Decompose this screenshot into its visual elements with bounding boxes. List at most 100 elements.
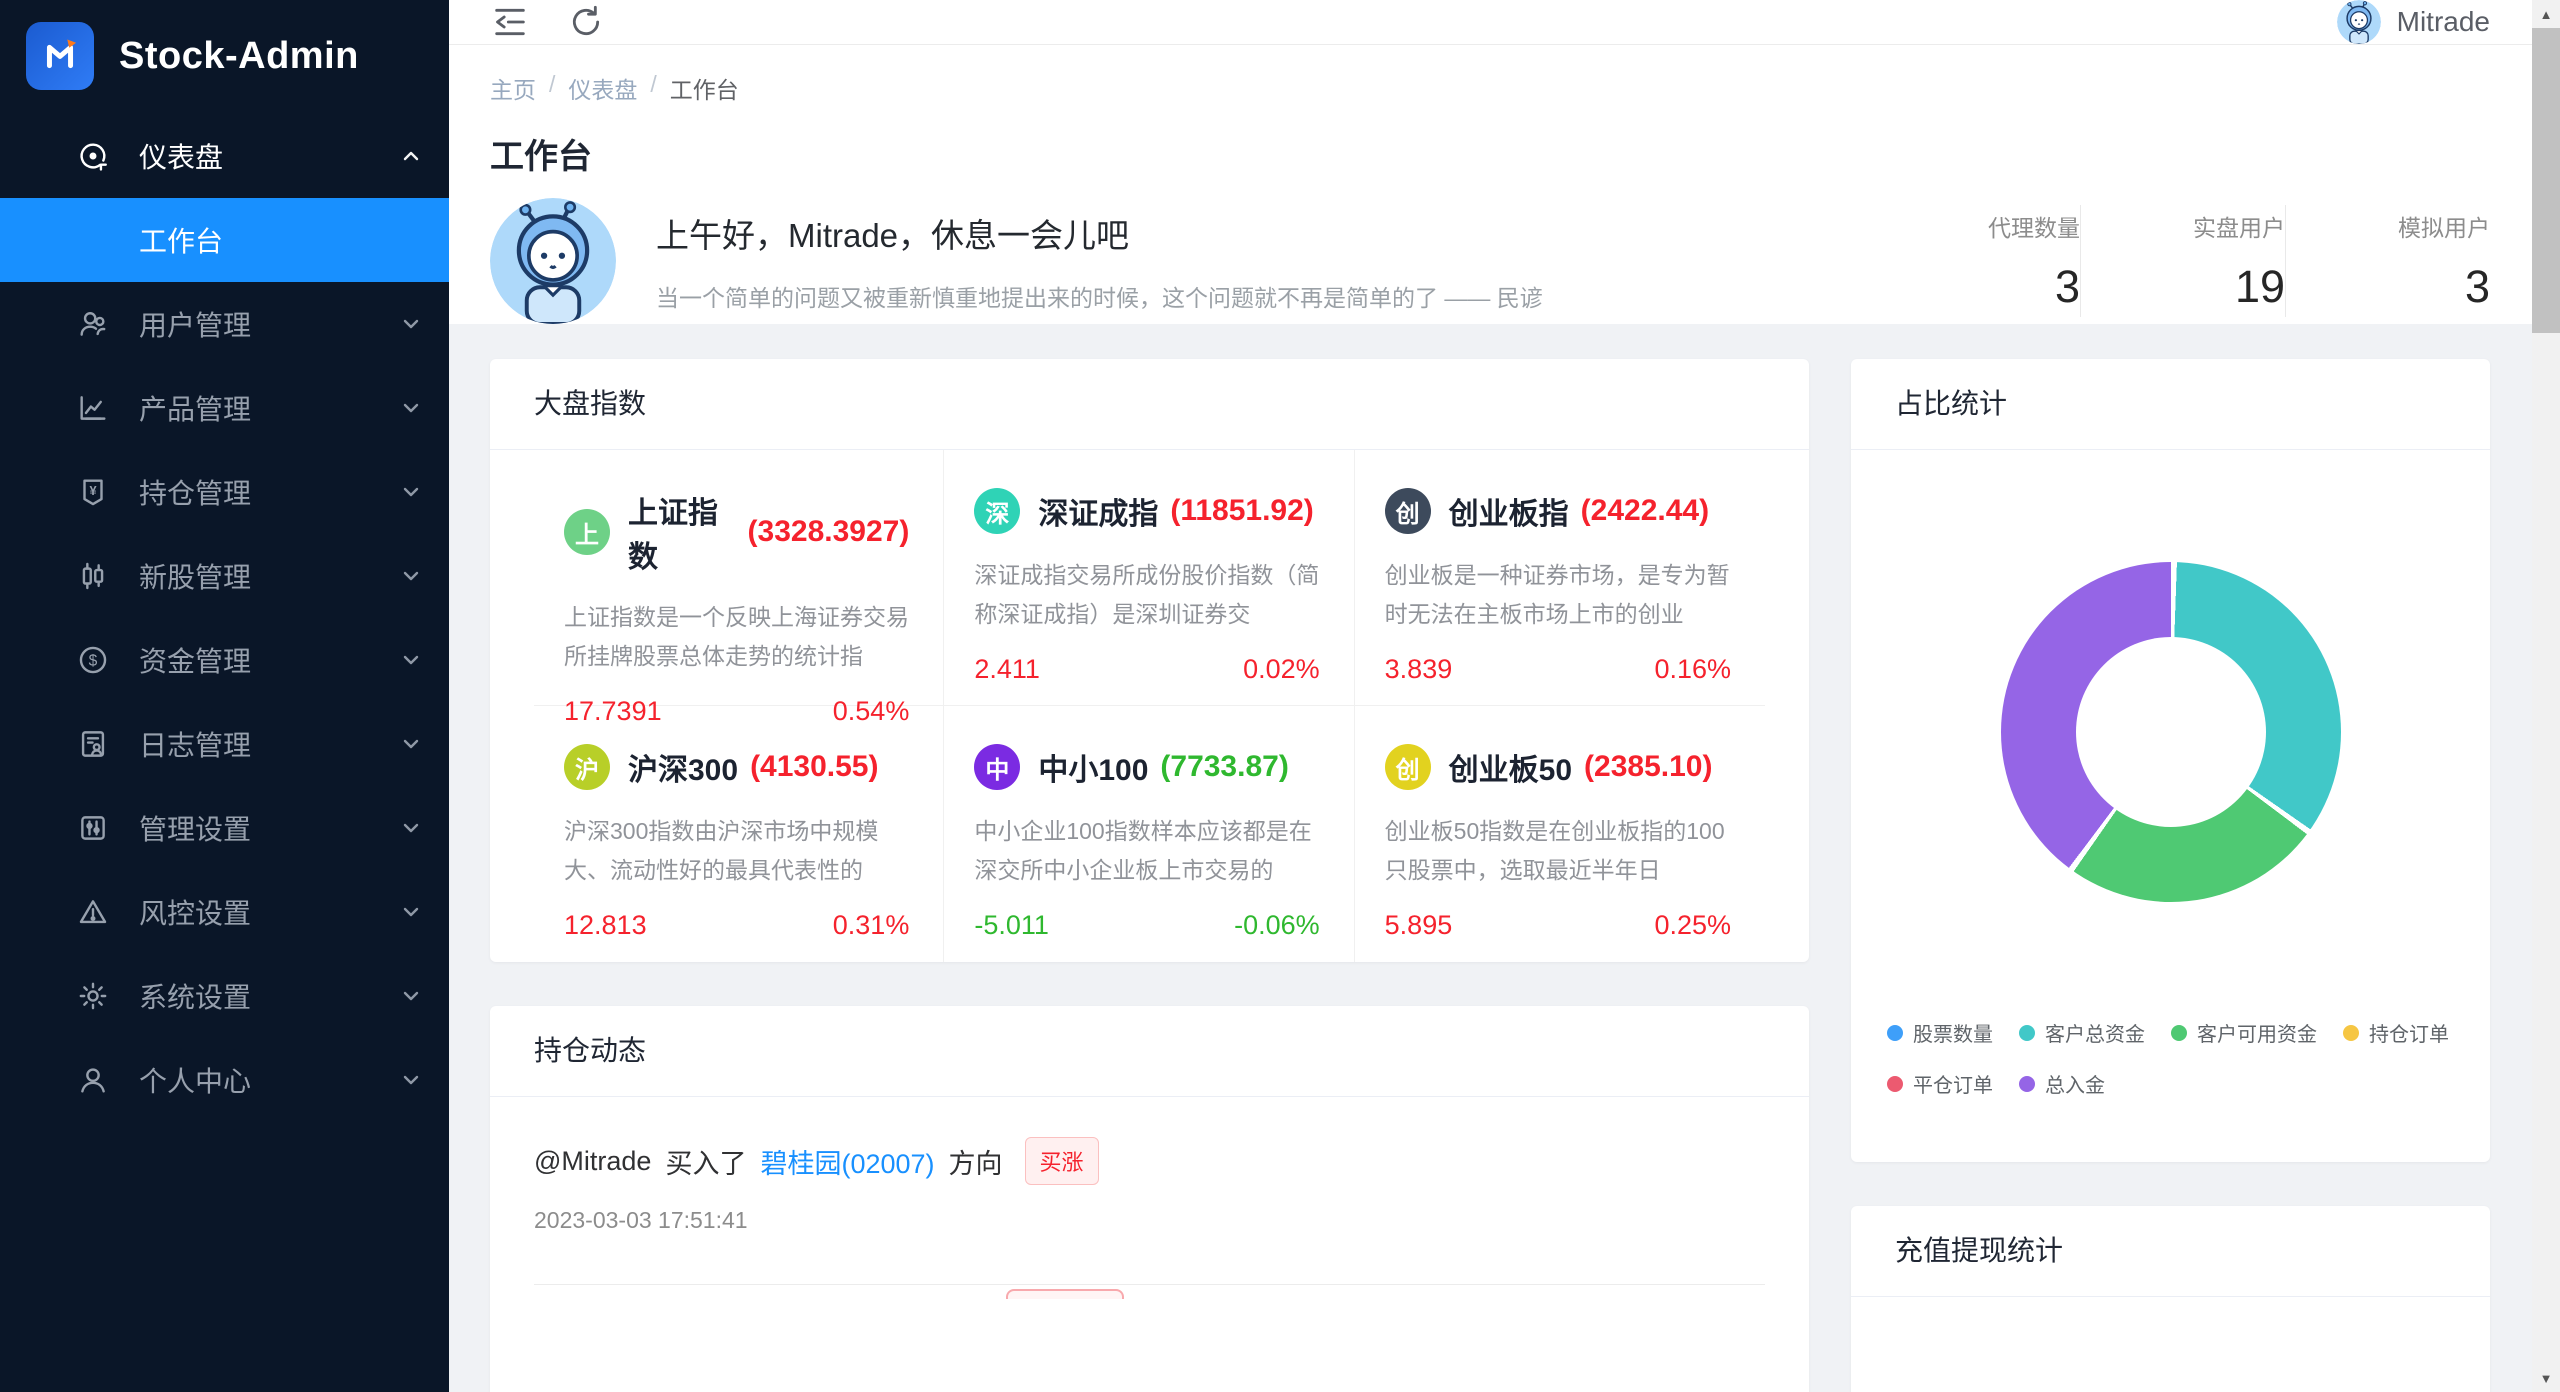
breadcrumb: 主页 / 仪表盘 / 工作台 [490, 71, 739, 105]
breadcrumb-dashboard[interactable]: 仪表盘 [568, 71, 637, 105]
index-pct: 0.31% [832, 910, 910, 940]
refresh-icon[interactable] [566, 2, 606, 42]
candlestick-icon [82, 562, 104, 590]
market-index-card-title: 大盘指数 [490, 359, 1809, 450]
stats: 代理数量 3 实盘用户 19 模拟用户 3 [1875, 205, 2490, 317]
app-title: Stock-Admin [119, 34, 359, 77]
index-tile-chinext[interactable]: 创 创业板指 (2422.44) 创业板是一种证券市场，是专为暂时无法在主板市场… [1354, 450, 1765, 706]
dollar-circle-icon: $ [79, 646, 107, 674]
sidebar-item-position-management[interactable]: ¥ 持仓管理 [0, 450, 449, 534]
chevron-down-icon [403, 1075, 419, 1085]
warning-triangle-icon [79, 900, 107, 924]
topbar: Mitrade [449, 0, 2560, 45]
chevron-down-icon [403, 655, 419, 665]
chevron-down-icon [403, 823, 419, 833]
index-tile-shenzhen[interactable]: 深 深证成指 (11851.92) 深证成指交易所成份股价指数（简称深证成指）是… [944, 450, 1355, 706]
index-tile-shanghai[interactable]: 上 上证指数 (3328.3927) 上证指数是一个反映上海证券交易所挂牌股票总… [534, 450, 945, 726]
position-card-title: 持仓动态 [490, 1006, 1809, 1097]
sidebar-item-label: 管理设置 [139, 814, 252, 845]
position-activity-card: 持仓动态 @Mitrade 买入了 碧桂园(02007) 方向 买涨 2023-… [490, 1006, 1809, 1392]
sidebar-item-profile-center[interactable]: 个人中心 [0, 1038, 449, 1122]
legend-dot [2171, 1024, 2187, 1041]
legend-item-stock-count[interactable]: 股票数量 [1887, 1018, 1993, 1047]
entry-user: @Mitrade [534, 1145, 652, 1176]
legend-dot [2343, 1024, 2359, 1041]
page-head: 主页 / 仪表盘 / 工作台 工作台 上午好，Mitrade，休息一会儿吧 当一… [449, 45, 2560, 324]
legend-dot [1887, 1075, 1903, 1092]
app-logo: Stock-Admin [0, 0, 449, 90]
ratio-card-title: 占比统计 [1851, 359, 2490, 450]
legend-item-open-orders[interactable]: 持仓订单 [2343, 1018, 2449, 1047]
next-entry-tag-partial [1006, 1289, 1124, 1299]
breadcrumb-current: 工作台 [669, 77, 739, 103]
sidebar-item-label: 资金管理 [139, 646, 252, 677]
index-tile-csi300[interactable]: 沪 沪深300 (4130.55) 沪深300指数由沪深市场中规模大、流动性好的… [534, 706, 945, 962]
chevron-down-icon [403, 991, 419, 1001]
ratio-stats-card: 占比统计 股票数量 客户总资金 客户可用资金 持仓订单 平仓订单 总入金 [1851, 359, 2490, 1162]
user-menu[interactable]: Mitrade [2336, 0, 2490, 44]
sidebar-item-funds-management[interactable]: $ 资金管理 [0, 618, 449, 702]
sidebar-item-risk-settings[interactable]: 风控设置 [0, 870, 449, 954]
index-tile-chinext50[interactable]: 创 创业板50 (2385.10) 创业板50指数是在创业板指的100只股票中，… [1355, 706, 1765, 962]
sidebar-item-label: 持仓管理 [139, 478, 252, 509]
stat-live-users: 实盘用户 19 [2080, 205, 2285, 317]
stat-demo-users: 模拟用户 3 [2285, 205, 2490, 317]
chevron-down-icon [403, 403, 419, 413]
sidebar-menu: 仪表盘 工作台 用户管理 产品管理 ¥ 持仓管理 新股管理 $ 资金管理 日志管… [0, 114, 449, 1122]
donut-chart[interactable] [2000, 562, 2341, 902]
index-pct: -0.06% [1234, 910, 1320, 940]
chevron-down-icon [403, 571, 419, 581]
sidebar-item-dashboard[interactable]: 仪表盘 [0, 114, 449, 198]
stock-link[interactable]: 碧桂园(02007) [760, 1142, 934, 1181]
dashboard-icon [80, 143, 107, 171]
legend-item-available-funds[interactable]: 客户可用资金 [2171, 1018, 2317, 1047]
index-change: -5.011 [974, 910, 1049, 940]
sidebar-item-label: 风控设置 [139, 898, 252, 929]
index-change: 2.411 [974, 654, 1040, 684]
index-badge: 沪 [564, 744, 610, 790]
log-document-icon [81, 731, 105, 757]
scroll-up-button[interactable]: ▲ [2532, 0, 2560, 28]
sidebar: Stock-Admin 仪表盘 工作台 用户管理 产品管理 ¥ 持仓管理 新股管… [0, 0, 449, 1392]
chart-icon [80, 396, 106, 420]
scroll-down-button[interactable]: ▼ [2532, 1364, 2560, 1392]
index-badge: 创 [1384, 488, 1431, 534]
chevron-up-icon [403, 151, 419, 161]
gear-icon [79, 982, 107, 1010]
legend-dot [1887, 1024, 1903, 1041]
content: 大盘指数 上 上证指数 (3328.3927) 上证指数是一个反映上海证券交易所… [449, 324, 2560, 1392]
position-entry: @Mitrade 买入了 碧桂园(02007) 方向 买涨 [534, 1137, 1765, 1185]
legend-item-total-funds[interactable]: 客户总资金 [2019, 1018, 2145, 1047]
sidebar-item-product-management[interactable]: 产品管理 [0, 366, 449, 450]
direction-tag: 买涨 [1024, 1137, 1099, 1185]
collapse-sidebar-icon[interactable] [490, 2, 530, 42]
chart-legend: 股票数量 客户总资金 客户可用资金 持仓订单 平仓订单 总入金 [1887, 1018, 2454, 1098]
sidebar-item-workbench[interactable]: 工作台 [0, 198, 449, 282]
sidebar-item-log-management[interactable]: 日志管理 [0, 702, 449, 786]
scrollbar[interactable]: ▲ ▼ [2532, 0, 2560, 1392]
index-tile-sme100[interactable]: 中 中小100 (7733.87) 中小企业100指数样本应该都是在深交所中小企… [944, 706, 1355, 962]
sidebar-item-label: 工作台 [139, 226, 224, 257]
entry-action: 买入了 [665, 1148, 747, 1179]
index-change: 3.839 [1384, 654, 1453, 684]
index-change: 12.813 [564, 910, 647, 940]
user-name: Mitrade [2396, 6, 2490, 37]
index-badge: 深 [974, 488, 1021, 534]
svg-text:$: $ [89, 653, 98, 670]
sidebar-item-admin-settings[interactable]: 管理设置 [0, 786, 449, 870]
breadcrumb-home[interactable]: 主页 [490, 71, 536, 105]
sidebar-item-system-settings[interactable]: 系统设置 [0, 954, 449, 1038]
sidebar-item-label: 个人中心 [139, 1066, 252, 1097]
legend-item-closed-orders[interactable]: 平仓订单 [1887, 1069, 1993, 1098]
sidebar-item-user-management[interactable]: 用户管理 [0, 282, 449, 366]
market-index-grid: 上 上证指数 (3328.3927) 上证指数是一个反映上海证券交易所挂牌股票总… [490, 450, 1809, 962]
greeting-subtitle: 当一个简单的问题又被重新慎重地提出来的时候，这个问题就不再是简单的了 —— 民谚 [656, 285, 1543, 311]
stat-agents: 代理数量 3 [1988, 215, 2080, 312]
sidebar-item-ipo-management[interactable]: 新股管理 [0, 534, 449, 618]
scrollbar-thumb[interactable] [2532, 28, 2560, 333]
svg-text:¥: ¥ [89, 483, 97, 498]
chevron-down-icon [403, 319, 419, 329]
mascot-avatar [490, 198, 616, 324]
legend-item-total-deposit[interactable]: 总入金 [2019, 1069, 2105, 1098]
users-icon [80, 312, 106, 336]
